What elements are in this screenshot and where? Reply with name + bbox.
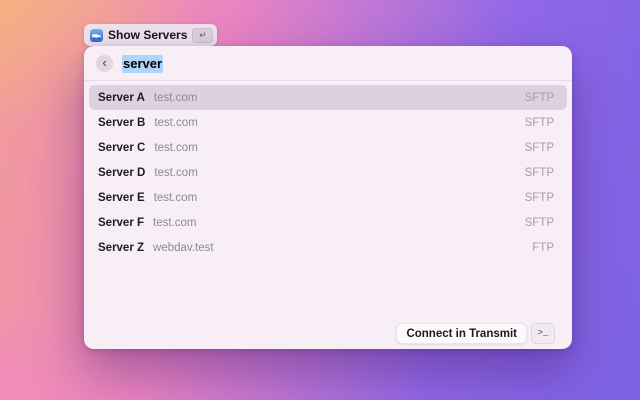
show-servers-button[interactable]: Show Servers ↵ <box>84 24 218 46</box>
server-protocol: SFTP <box>524 141 554 154</box>
server-protocol: FTP <box>532 241 554 254</box>
server-row[interactable]: Server C test.com SFTP <box>89 135 567 160</box>
server-host: test.com <box>153 91 198 104</box>
server-protocol: SFTP <box>524 116 554 129</box>
server-host: test.com <box>154 141 198 154</box>
connect-in-transmit-button[interactable]: Connect in Transmit <box>396 323 527 344</box>
server-name: Server D <box>98 166 146 179</box>
search-bar: ‹ server <box>84 46 572 81</box>
server-protocol: SFTP <box>524 91 554 104</box>
server-host: test.com <box>153 191 198 204</box>
server-name: Server E <box>98 191 145 204</box>
server-name: Server C <box>98 141 146 154</box>
server-row[interactable]: Server B test.com SFTP <box>89 110 567 135</box>
return-key-icon: ↵ <box>192 27 214 43</box>
server-row[interactable]: Server D test.com SFTP <box>89 160 567 185</box>
connect-button-label: Connect in Transmit <box>406 327 517 340</box>
chevron-left-icon: ‹ <box>102 55 107 70</box>
server-host: webdav.test <box>153 241 214 254</box>
server-name: Server F <box>98 216 145 229</box>
server-row[interactable]: Server E test.com SFTP <box>89 185 567 210</box>
server-protocol: SFTP <box>524 191 554 204</box>
footer-actions: Connect in Transmit >_ <box>396 323 555 344</box>
selected-query-text: server <box>122 54 164 73</box>
server-name: Server A <box>98 91 145 104</box>
transmit-app-icon <box>90 28 103 42</box>
quick-connect-panel: ‹ server Server A test.com SFTP Server B… <box>84 46 572 349</box>
server-row[interactable]: Server A test.com SFTP <box>89 85 567 110</box>
server-row[interactable]: Server F test.com SFTP <box>89 210 567 235</box>
show-servers-label: Show Servers <box>108 28 188 42</box>
server-row[interactable]: Server Z webdav.test FTP <box>89 235 567 260</box>
terminal-key-icon: >_ <box>531 323 555 344</box>
server-name: Server Z <box>98 241 145 254</box>
server-protocol: SFTP <box>524 216 554 229</box>
server-host: test.com <box>153 216 197 229</box>
server-list: Server A test.com SFTP Server B test.com… <box>84 81 572 260</box>
server-protocol: SFTP <box>524 166 554 179</box>
server-host: test.com <box>154 166 198 179</box>
server-host: test.com <box>154 116 198 129</box>
back-button[interactable]: ‹ <box>96 54 113 72</box>
search-input[interactable]: server <box>122 54 560 73</box>
server-name: Server B <box>98 116 146 129</box>
